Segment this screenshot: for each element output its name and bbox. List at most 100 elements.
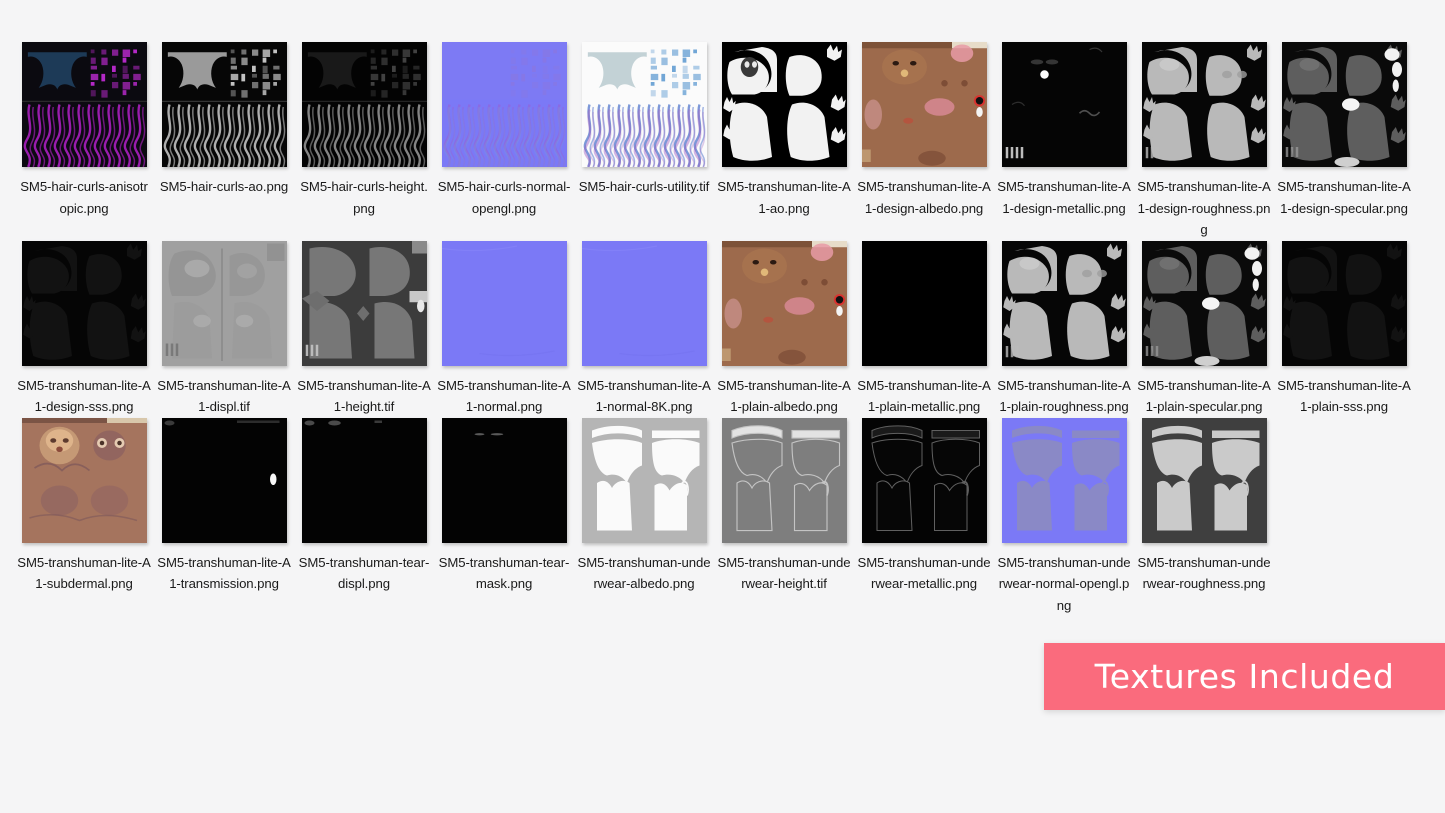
- file-item[interactable]: SM5-transhuman-lite-A1-height.tif: [294, 240, 434, 418]
- file-name-label[interactable]: SM5-transhuman-lite-A1-design-specular.p…: [1277, 176, 1411, 219]
- thumbnail-wrapper[interactable]: [21, 417, 147, 543]
- file-thumbnail-flat-normal-icon[interactable]: [581, 240, 707, 366]
- thumbnail-wrapper[interactable]: [861, 417, 987, 543]
- file-item[interactable]: SM5-transhuman-tear-displ.png: [294, 417, 434, 617]
- file-thumbnail-body-near-black-icon[interactable]: [1281, 240, 1407, 366]
- file-item[interactable]: SM5-transhuman-underwear-height.tif: [714, 417, 854, 617]
- thumbnail-wrapper[interactable]: [21, 42, 147, 167]
- file-name-label[interactable]: SM5-transhuman-lite-A1-ao.png: [717, 176, 851, 219]
- thumbnail-wrapper[interactable]: [301, 417, 427, 543]
- file-item[interactable]: SM5-hair-curls-normal-opengl.png: [434, 42, 574, 241]
- file-item[interactable]: SM5-transhuman-lite-A1-plain-specular.pn…: [1134, 240, 1274, 418]
- file-thumbnail-black-top-marks-icon[interactable]: [301, 417, 427, 543]
- file-thumbnail-body-spec-dark-icon[interactable]: [1281, 42, 1407, 167]
- file-name-label[interactable]: SM5-hair-curls-normal-opengl.png: [437, 176, 571, 219]
- thumbnail-wrapper[interactable]: [441, 240, 567, 366]
- thumbnail-wrapper[interactable]: [721, 42, 847, 167]
- file-thumbnail-hair-normal-icon[interactable]: [441, 42, 567, 167]
- thumbnail-wrapper[interactable]: [301, 240, 427, 366]
- file-item[interactable]: SM5-transhuman-underwear-roughness.png: [1134, 417, 1274, 617]
- file-item[interactable]: SM5-transhuman-lite-A1-design-albedo.png: [854, 42, 994, 241]
- file-thumbnail-body-ao-icon[interactable]: [721, 42, 847, 167]
- file-thumbnail-body-albedo-icon[interactable]: [861, 42, 987, 167]
- file-name-label[interactable]: SM5-transhuman-lite-A1-plain-metallic.pn…: [857, 375, 991, 418]
- thumbnail-wrapper[interactable]: [581, 240, 707, 366]
- file-item[interactable]: SM5-transhuman-lite-A1-plain-metallic.pn…: [854, 240, 994, 418]
- file-name-label[interactable]: SM5-transhuman-lite-A1-subdermal.png: [17, 552, 151, 595]
- file-name-label[interactable]: SM5-transhuman-lite-A1-plain-sss.png: [1277, 375, 1411, 418]
- thumbnail-wrapper[interactable]: [1001, 417, 1127, 543]
- file-item[interactable]: SM5-transhuman-lite-A1-transmission.png: [154, 417, 294, 617]
- thumbnail-wrapper[interactable]: [441, 42, 567, 167]
- file-thumbnail-body-displ-icon[interactable]: [161, 240, 287, 366]
- file-item[interactable]: SM5-transhuman-lite-A1-plain-albedo.png: [714, 240, 854, 418]
- file-name-label[interactable]: SM5-transhuman-tear-mask.png: [437, 552, 571, 595]
- file-name-label[interactable]: SM5-transhuman-lite-A1-design-albedo.png: [857, 176, 991, 219]
- file-name-label[interactable]: SM5-transhuman-underwear-height.tif: [717, 552, 851, 595]
- file-thumbnail-body-albedo-icon[interactable]: [721, 240, 847, 366]
- file-item[interactable]: SM5-transhuman-underwear-metallic.png: [854, 417, 994, 617]
- thumbnail-wrapper[interactable]: [161, 417, 287, 543]
- thumbnail-wrapper[interactable]: [1141, 240, 1267, 366]
- file-name-label[interactable]: SM5-transhuman-lite-A1-transmission.png: [157, 552, 291, 595]
- file-thumbnail-underwear-metallic-icon[interactable]: [861, 417, 987, 543]
- file-thumbnail-body-height-icon[interactable]: [301, 240, 427, 366]
- file-name-label[interactable]: SM5-transhuman-underwear-metallic.png: [857, 552, 991, 595]
- file-name-label[interactable]: SM5-hair-curls-height.png: [297, 176, 431, 219]
- file-name-label[interactable]: SM5-transhuman-lite-A1-plain-specular.pn…: [1137, 375, 1271, 418]
- file-item[interactable]: SM5-transhuman-lite-A1-subdermal.png: [14, 417, 154, 617]
- file-thumbnail-hair-gray-icon[interactable]: [161, 42, 287, 167]
- file-item[interactable]: SM5-hair-curls-height.png: [294, 42, 434, 241]
- file-item[interactable]: SM5-transhuman-underwear-albedo.png: [574, 417, 714, 617]
- thumbnail-wrapper[interactable]: [1281, 42, 1407, 167]
- file-thumbnail-underwear-height-icon[interactable]: [721, 417, 847, 543]
- file-name-label[interactable]: SM5-transhuman-underwear-albedo.png: [577, 552, 711, 595]
- file-name-label[interactable]: SM5-transhuman-tear-displ.png: [297, 552, 431, 595]
- file-thumbnail-underwear-normal-icon[interactable]: [1001, 417, 1127, 543]
- file-item[interactable]: SM5-transhuman-underwear-normal-opengl.p…: [994, 417, 1134, 617]
- file-name-label[interactable]: SM5-hair-curls-ao.png: [157, 176, 291, 198]
- file-thumbnail-subdermal-icon[interactable]: [21, 417, 147, 543]
- file-thumbnail-flat-normal-icon[interactable]: [441, 240, 567, 366]
- file-item[interactable]: SM5-transhuman-lite-A1-design-sss.png: [14, 240, 154, 418]
- file-thumbnail-hair-dark-icon[interactable]: [301, 42, 427, 167]
- thumbnail-wrapper[interactable]: [861, 240, 987, 366]
- file-item[interactable]: SM5-transhuman-lite-A1-normal-8K.png: [574, 240, 714, 418]
- file-item[interactable]: SM5-transhuman-lite-A1-design-roughness.…: [1134, 42, 1274, 241]
- file-thumbnail-underwear-roughness-icon[interactable]: [1141, 417, 1267, 543]
- file-name-label[interactable]: SM5-hair-curls-utility.tif: [577, 176, 711, 198]
- file-thumbnail-body-rough-light-icon[interactable]: [1141, 42, 1267, 167]
- file-name-label[interactable]: SM5-transhuman-lite-A1-design-metallic.p…: [997, 176, 1131, 219]
- file-name-label[interactable]: SM5-transhuman-lite-A1-design-sss.png: [17, 375, 151, 418]
- thumbnail-wrapper[interactable]: [1141, 42, 1267, 167]
- thumbnail-wrapper[interactable]: [581, 42, 707, 167]
- file-name-label[interactable]: SM5-transhuman-lite-A1-normal.png: [437, 375, 571, 418]
- thumbnail-wrapper[interactable]: [441, 417, 567, 543]
- file-thumbnail-body-black-spots-icon[interactable]: [1001, 42, 1127, 167]
- file-name-label[interactable]: SM5-transhuman-lite-A1-plain-albedo.png: [717, 375, 851, 418]
- file-thumbnail-underwear-albedo-icon[interactable]: [581, 417, 707, 543]
- thumbnail-wrapper[interactable]: [1001, 240, 1127, 366]
- file-name-label[interactable]: SM5-transhuman-lite-A1-displ.tif: [157, 375, 291, 418]
- file-thumbnail-body-rough-light-icon[interactable]: [1001, 240, 1127, 366]
- file-name-label[interactable]: SM5-transhuman-lite-A1-height.tif: [297, 375, 431, 418]
- file-item[interactable]: SM5-transhuman-lite-A1-plain-roughness.p…: [994, 240, 1134, 418]
- file-thumbnail-black-dot-icon[interactable]: [161, 417, 287, 543]
- file-name-label[interactable]: SM5-transhuman-underwear-normal-opengl.p…: [997, 552, 1131, 617]
- thumbnail-wrapper[interactable]: [861, 42, 987, 167]
- file-thumbnail-black-tear-mask-icon[interactable]: [441, 417, 567, 543]
- thumbnail-wrapper[interactable]: [1141, 417, 1267, 543]
- file-item[interactable]: SM5-transhuman-tear-mask.png: [434, 417, 574, 617]
- file-name-label[interactable]: SM5-transhuman-lite-A1-normal-8K.png: [577, 375, 711, 418]
- file-item[interactable]: SM5-hair-curls-ao.png: [154, 42, 294, 241]
- file-item[interactable]: SM5-transhuman-lite-A1-plain-sss.png: [1274, 240, 1414, 418]
- file-name-label[interactable]: SM5-transhuman-underwear-roughness.png: [1137, 552, 1271, 595]
- thumbnail-wrapper[interactable]: [721, 240, 847, 366]
- file-name-label[interactable]: SM5-transhuman-lite-A1-design-roughness.…: [1137, 176, 1271, 241]
- thumbnail-wrapper[interactable]: [581, 417, 707, 543]
- file-item[interactable]: SM5-transhuman-lite-A1-ao.png: [714, 42, 854, 241]
- thumbnail-wrapper[interactable]: [301, 42, 427, 167]
- thumbnail-wrapper[interactable]: [161, 42, 287, 167]
- file-item[interactable]: SM5-hair-curls-utility.tif: [574, 42, 714, 241]
- file-name-label[interactable]: SM5-hair-curls-anisotropic.png: [17, 176, 151, 219]
